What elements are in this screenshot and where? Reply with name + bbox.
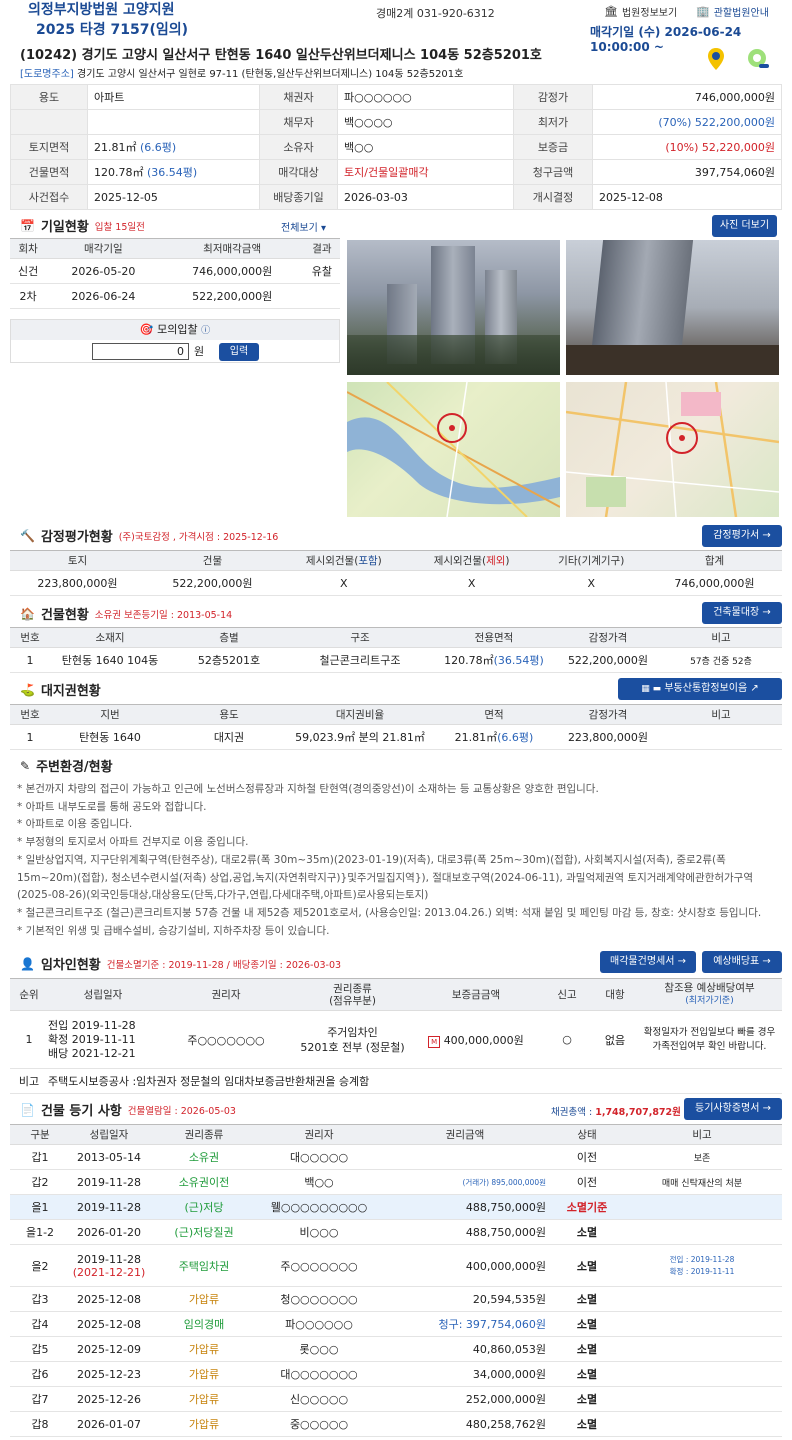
grid-icon: ▦ ▬ [641, 684, 662, 694]
table-row: 을1-2 2026-01-20 (근)저당질권 비○○○ 488,750,000원 소멸 [10, 1219, 782, 1245]
tenant-heading: 👤 임차인현황 건물소멸기준 : 2019-11-28 / 배당종기일 : 202… [20, 956, 342, 974]
building-photo-2[interactable] [566, 240, 779, 375]
min-price: (70%) 522,200,000원 [592, 109, 782, 135]
house-icon: 🏠 [20, 606, 35, 621]
table-row: 을2 2019-11-28 (2021-12-21) 주택임차권 주○○○○○○○ 400… [10, 1244, 782, 1287]
table-row: 1 전입 2019-11-28 확정 2019-11-11 배당 2021-12-2… [10, 1010, 782, 1069]
map-close-svg [565, 381, 780, 518]
bank-icon: 🏛 [604, 5, 618, 18]
map-wide-svg [346, 381, 561, 518]
road-tag: [도로명주소] [20, 69, 74, 80]
land-heading: ⛳ 대지권현황 [20, 682, 101, 700]
road-text: 경기도 고양시 일산서구 일현로 97-11 (탄현동,일산두산위브더제니스) … [77, 69, 464, 80]
appraisal-value: 746,000,000원 [592, 84, 782, 110]
table-row: 갑5 2025-12-09 가압류 롯○○○ 40,860,053원 소멸 [10, 1336, 782, 1362]
sale-spec-button[interactable]: 매각물건명세서 → [600, 951, 696, 973]
mock-bid-input[interactable]: 0 [92, 343, 189, 360]
owner-value: 백○○ [337, 134, 514, 160]
table-row: 1 탄현동 1640 104동 52층5201호 철근콘크리트구조 120.78㎡(3… [10, 647, 782, 673]
claim-value: 397,754,060원 [592, 159, 782, 185]
building-area: 120.78㎡ (36.54평) [87, 159, 260, 185]
table-row: 을1 2019-11-28 (근)저당 웰○○○○○○○○○ 488,750,000원 소… [10, 1194, 782, 1220]
map-pin-icon[interactable] [703, 46, 729, 72]
mock-bid-title: 🎯 모의입찰 ⓘ [11, 320, 339, 340]
table-row: 갑2 2019-11-28 소유권이전 백○○ (거래가) 895,000,000원 이전… [10, 1169, 782, 1195]
appraisal-table: 토지 건물 제시외건물(포함) 제시외건물(제외) 기타(기계기구) 합계 223,… [10, 550, 782, 596]
table-row: 2차 2026-06-24 522,200,000원 [10, 283, 340, 309]
view-all-link[interactable]: 전체보기 ▾ [281, 219, 326, 234]
schedule-heading: 📅 기일현황 입찰 15일전 [20, 218, 145, 236]
registry-heading: 📄 건물 등기 사항 건물열람일 : 2026-05-03 [20, 1102, 236, 1120]
mortgage-badge-icon: M [428, 1035, 441, 1048]
address-main: (10242) 경기도 고양시 일산서구 탄현동 1640 일산두산위브더제니스… [20, 48, 542, 63]
photo-more-button[interactable]: 사진 더보기 [712, 215, 777, 237]
use-value: 아파트 [87, 84, 260, 110]
dept-phone: 경매2계 031-920-6312 [376, 7, 495, 20]
sale-target: 토지/건물일괄매각 [337, 159, 514, 185]
mock-bid-box: 🎯 모의입찰 ⓘ 0 원 입력 [10, 319, 340, 363]
dividend-table-button[interactable]: 예상배당표 → [702, 951, 782, 973]
target-icon: 🎯 [139, 323, 154, 336]
table-row: 갑7 2025-12-26 가압류 신○○○○○ 252,000,000원 소멸 [10, 1386, 782, 1412]
appraisal-report-button[interactable]: 감정평가서 → [702, 525, 782, 547]
appraisal-heading: 🔨 감정평가현황 (주)국토감정 , 가격시점 : 2025-12-16 [20, 528, 279, 546]
registry-cert-button[interactable]: 등기사항증명서 → [684, 1098, 782, 1120]
building-table: 번호 소재지 층별 구조 전용면적 감정가격 비고 1 탄현동 1640 104동 52층520… [10, 627, 782, 673]
building-photo-1[interactable] [347, 240, 560, 375]
start-decision-date: 2025-12-08 [592, 184, 782, 210]
schedule-table: 회차 매각기일 최저매각금액 결과 신건 2026-05-20 746,000,000원 유… [10, 238, 340, 309]
table-row: 갑4 2025-12-08 임의경매 파○○○○○○ 청구: 397,754,060원 소… [10, 1311, 782, 1337]
land-table: 번호 지번 용도 대지권비율 면적 감정가격 비고 1 탄현동 1640 대지권 59,023.9… [10, 704, 782, 750]
mock-bid-submit[interactable]: 입력 [219, 343, 259, 361]
case-number: 2025 타경 7157(임의) [36, 22, 188, 38]
table-row: 갑3 2025-12-08 가압류 청○○○○○○○ 20,594,535원 소멸 [10, 1286, 782, 1312]
location-map-2[interactable] [565, 381, 780, 518]
table-row: 갑1 2013-05-14 소유권 대○○○○○ 이전 보존 [10, 1144, 782, 1170]
deposit-value: (10%) 52,220,000원 [592, 134, 782, 160]
received-date: 2025-12-05 [87, 184, 260, 210]
tenant-table: 순위 성립일자 권리자 권리종류 (점유부분) 보증금금액 신고 대항 참조용 예상배당여… [10, 978, 782, 1094]
golf-flag-icon: ⛳ [20, 682, 35, 697]
creditor-value: 파○○○○○○ [337, 84, 514, 110]
table-row: 223,800,000원 522,200,000원 X X X 746,000,000원 [10, 570, 782, 596]
total-claim: 채권총액 : 1,748,707,872원 [551, 1107, 681, 1118]
table-row: 1 탄현동 1640 대지권 59,023.9㎡ 분의 21.81㎡ 21.81㎡(6… [10, 724, 782, 750]
street-view-icon[interactable] [745, 46, 771, 72]
table-row: 신건 2026-05-20 746,000,000원 유찰 [10, 258, 340, 284]
building-icon: 🏢 [696, 5, 710, 18]
road-address: [도로명주소] 경기도 고양시 일산서구 일현로 97-11 (탄현동,일산두산… [20, 65, 463, 80]
person-icon: 👤 [20, 956, 35, 971]
dividend-end-date: 2026-03-03 [337, 184, 514, 210]
debtor-value: 백○○○○ [337, 109, 514, 135]
location-map-1[interactable] [346, 381, 561, 518]
document-icon: 📄 [20, 1102, 35, 1117]
court-name: 의정부지방법원 고양지원 [28, 2, 175, 18]
office-info-link[interactable]: 🏢 관할법원안내 [696, 4, 769, 19]
environment-notes: * 본건까지 차량의 접근이 가능하고 인근에 노선버스정류장과 지하철 탄현역… [17, 783, 762, 937]
help-icon: ⓘ [201, 326, 211, 336]
building-register-button[interactable]: 건축물대장 → [702, 602, 782, 624]
land-area: 21.81㎡ (6.6평) [87, 134, 260, 160]
summary-table: 용도 아파트 채권자 파○○○○○○ 감정가 746,000,000원 채무자 백○○○… [10, 84, 782, 210]
registry-table: 구분 성립일자 권리종류 권리자 권리금액 상태 비고 갑1 2013-05-14 소유권 대○○… [10, 1124, 782, 1437]
page-header: 의정부지방법원 고양지원 2025 타경 7157(임의) 경매2계 031-9… [0, 0, 792, 54]
table-row: 갑6 2025-12-23 가압류 대○○○○○○○ 34,000,000원 소멸 [10, 1361, 782, 1387]
land-info-button[interactable]: ▦ ▬ 부동산통합정보이음 ↗ [618, 678, 782, 700]
table-row: 갑8 2026-01-07 가압류 중○○○○○ 480,258,762원 소멸 [10, 1411, 782, 1437]
calendar-icon: 📅 [20, 218, 35, 233]
edit-icon: ✎ [20, 758, 31, 773]
environment-heading: ✎ 주변환경/현황 [20, 758, 113, 776]
building-heading: 🏠 건물현황 소유권 보존등기일 : 2013-05-14 [20, 606, 233, 624]
table-row: 비고 주택도시보증공사 :임차권자 정문철의 임대차보증금반환채권을 승계함 [10, 1068, 782, 1094]
court-info-link[interactable]: 🏛 법원정보보기 [604, 4, 677, 19]
hammer-icon: 🔨 [20, 528, 35, 543]
